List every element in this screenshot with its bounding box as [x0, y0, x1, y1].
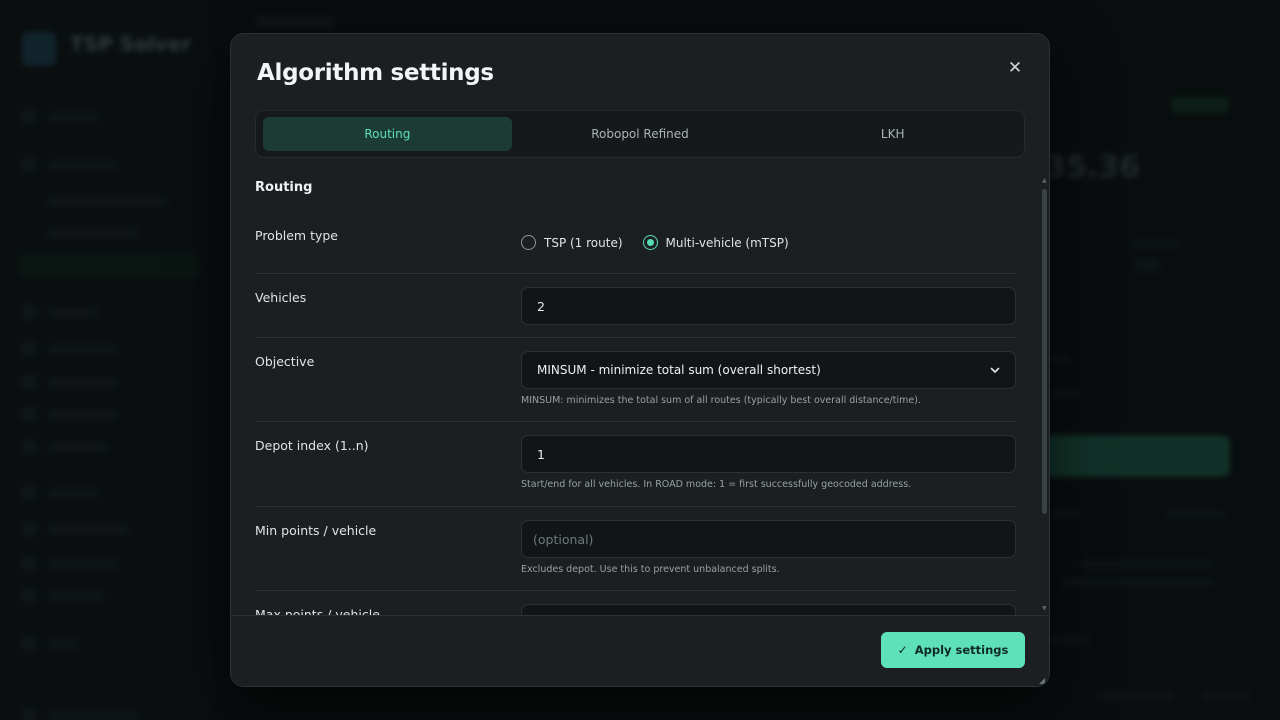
- close-icon: ✕: [1007, 58, 1023, 78]
- min-points-input[interactable]: (optional): [521, 520, 1016, 558]
- objective-selected-value: MINSUM - minimize total sum (overall sho…: [537, 363, 821, 377]
- radio-checked-icon: [642, 235, 658, 250]
- depot-index-hint: Start/end for all vehicles. In ROAD mode…: [521, 479, 912, 490]
- objective-hint: MINSUM: minimizes the total sum of all r…: [521, 395, 921, 406]
- settings-content: Routing Problem type TSP (1 route) Multi…: [255, 174, 1017, 617]
- vehicles-label: Vehicles: [255, 290, 307, 305]
- radio-tsp-label: TSP (1 route): [544, 235, 623, 250]
- resize-grip-icon[interactable]: ◢: [1039, 677, 1047, 685]
- algorithm-tabs: Routing Robopol Refined LKH: [255, 110, 1025, 158]
- objective-row: Objective MINSUM - minimize total sum (o…: [255, 338, 1017, 422]
- radio-mtsp[interactable]: Multi-vehicle (mTSP): [642, 235, 789, 250]
- radio-unchecked-icon: [521, 235, 536, 250]
- check-icon: ✓: [897, 643, 908, 657]
- objective-select[interactable]: MINSUM - minimize total sum (overall sho…: [521, 351, 1016, 389]
- section-title: Routing: [255, 180, 313, 195]
- problem-type-label: Problem type: [255, 228, 339, 243]
- radio-tsp[interactable]: TSP (1 route): [521, 235, 623, 250]
- min-points-hint: Excludes depot. Use this to prevent unba…: [521, 564, 780, 575]
- problem-type-radio-group: TSP (1 route) Multi-vehicle (mTSP): [521, 235, 789, 250]
- tab-routing[interactable]: Routing: [263, 117, 512, 151]
- vehicles-input[interactable]: 2: [521, 287, 1016, 325]
- objective-label: Objective: [255, 354, 315, 369]
- tab-lkh[interactable]: LKH: [768, 117, 1017, 151]
- apply-settings-label: Apply settings: [914, 643, 1009, 657]
- problem-type-row: Problem type TSP (1 route) Multi-vehicle…: [255, 215, 1017, 274]
- tab-robopol-refined[interactable]: Robopol Refined: [516, 117, 765, 151]
- vehicles-row: Vehicles 2: [255, 274, 1017, 338]
- scroll-up-icon[interactable]: ▲: [1042, 177, 1047, 184]
- max-points-row: Max points / vehicle: [255, 591, 1017, 617]
- scroll-down-icon[interactable]: ▼: [1042, 605, 1047, 612]
- depot-index-input[interactable]: 1: [521, 435, 1016, 473]
- dialog-title: Algorithm settings: [257, 60, 494, 86]
- chevron-down-icon: [990, 365, 1000, 375]
- radio-mtsp-label: Multi-vehicle (mTSP): [665, 235, 789, 250]
- dialog-footer: ✓ Apply settings ◢: [231, 615, 1049, 686]
- scrollbar-thumb[interactable]: [1042, 189, 1047, 514]
- min-points-row: Min points / vehicle (optional) Excludes…: [255, 507, 1017, 591]
- min-points-label: Min points / vehicle: [255, 523, 377, 538]
- algorithm-settings-dialog: Algorithm settings ✕ Routing Robopol Ref…: [230, 33, 1050, 687]
- settings-scrollbar[interactable]: ▲ ▼: [1041, 177, 1048, 615]
- close-button[interactable]: ✕: [1005, 58, 1025, 78]
- depot-index-label: Depot index (1..n): [255, 438, 369, 453]
- depot-index-row: Depot index (1..n) 1 Start/end for all v…: [255, 422, 1017, 507]
- apply-settings-button[interactable]: ✓ Apply settings: [881, 632, 1025, 668]
